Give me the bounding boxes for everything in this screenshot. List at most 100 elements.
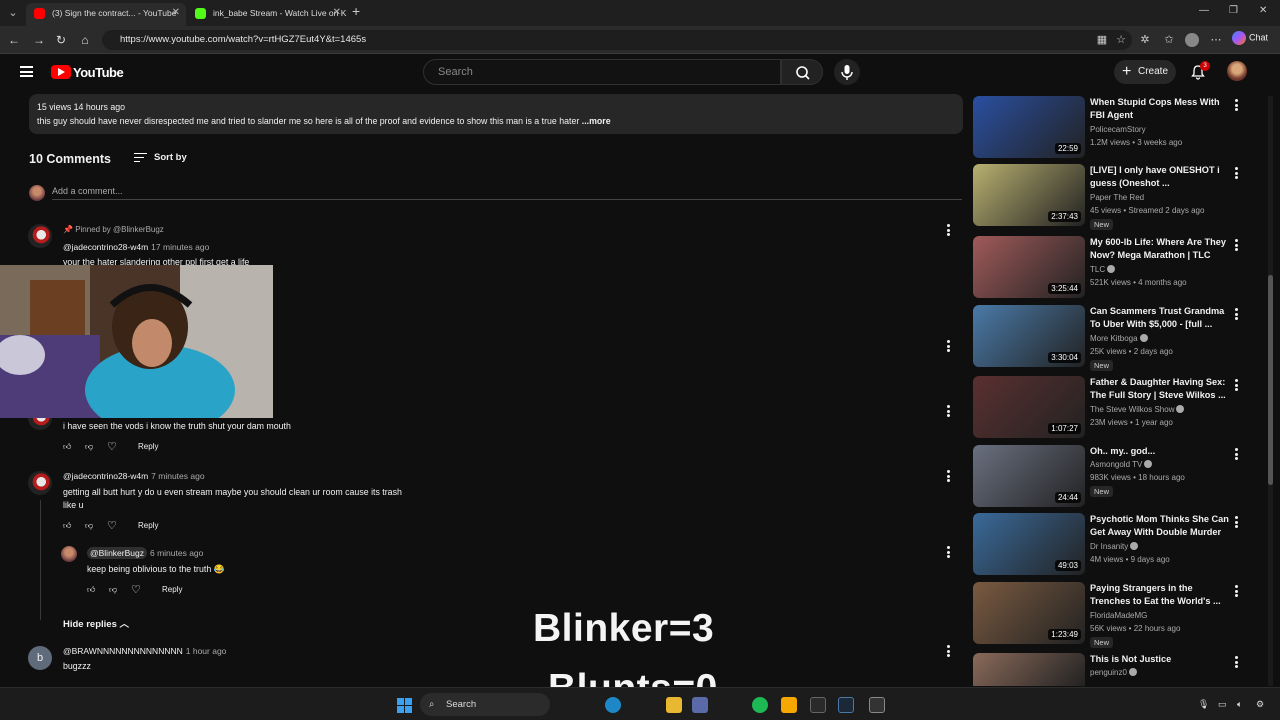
extensions-icon[interactable]: ✲: [1138, 33, 1152, 47]
video-title[interactable]: Paying Strangers in the Trenches to Eat …: [1090, 582, 1230, 608]
store-app-icon[interactable]: [692, 697, 708, 713]
scrollbar-thumb[interactable]: [1268, 275, 1273, 485]
dislike-icon[interactable]: 👎︎: [85, 442, 93, 452]
refresh-icon[interactable]: ↻: [53, 32, 69, 48]
sort-by-button[interactable]: Sort by: [134, 152, 187, 163]
rockstar-app-icon[interactable]: [781, 697, 797, 713]
new-tab-icon[interactable]: +: [352, 3, 360, 19]
video-thumbnail[interactable]: 22:59: [973, 96, 1085, 158]
explorer-app-icon[interactable]: [666, 697, 682, 713]
network-tray-icon[interactable]: ▭: [1218, 699, 1227, 710]
search-input[interactable]: Search: [423, 59, 781, 85]
comment-author[interactable]: @jadecontrino28-w4m 7 minutes ago: [63, 471, 205, 481]
related-video-item[interactable]: 49:03 Psychotic Mom Thinks She Can Get Aw…: [973, 513, 1263, 577]
video-thumbnail[interactable]: 24:44: [973, 445, 1085, 507]
video-title[interactable]: Can Scammers Trust Grandma To Uber With …: [1090, 305, 1230, 331]
hamburger-menu-icon[interactable]: [20, 66, 33, 77]
related-video-item[interactable]: 3:25:44 My 600-lb Life: Where Are They No…: [973, 236, 1263, 300]
related-video-item[interactable]: 2:37:43 [LIVE] I only have ONESHOT i gues…: [973, 164, 1263, 230]
close-window-icon[interactable]: ✕: [1259, 5, 1267, 16]
search-button[interactable]: [781, 59, 823, 85]
favorites-icon[interactable]: ✩: [1162, 33, 1176, 47]
favorite-star-icon[interactable]: ☆: [1114, 33, 1128, 47]
reply-author[interactable]: @BlinkerBugz 6 minutes ago: [87, 547, 203, 559]
video-title[interactable]: When Stupid Cops Mess With FBI Agent: [1090, 96, 1230, 122]
comment-more-icon[interactable]: [947, 470, 951, 482]
video-channel[interactable]: Asmongold TV: [1090, 460, 1153, 469]
related-video-item[interactable]: 1:23:49 Paying Strangers in the Trenches …: [973, 582, 1263, 648]
like-icon[interactable]: 👍︎: [87, 585, 95, 595]
video-thumbnail[interactable]: [973, 653, 1085, 686]
related-video-item[interactable]: 22:59 When Stupid Cops Mess With FBI Agen…: [973, 96, 1263, 160]
taskbar-search[interactable]: ⌕ Search: [420, 693, 550, 716]
hide-replies-button[interactable]: Hide replies ︿: [63, 616, 129, 630]
url-field[interactable]: https://www.youtube.com/watch?v=rtHGZ7Eu…: [102, 30, 1132, 50]
video-title[interactable]: This is Not Justice: [1090, 653, 1230, 666]
profile-icon[interactable]: [1185, 33, 1199, 47]
browser-tab-youtube[interactable]: (3) Sign the contract... - YouTube ✕: [26, 3, 186, 26]
video-thumbnail[interactable]: 1:23:49: [973, 582, 1085, 644]
video-more-icon[interactable]: [1235, 99, 1239, 111]
comment-author[interactable]: @jadecontrino28-w4m 17 minutes ago: [63, 242, 209, 252]
video-more-icon[interactable]: [1235, 448, 1239, 460]
microphone-tray-icon[interactable]: 🎙︎: [1198, 699, 1209, 710]
back-icon[interactable]: ←: [6, 32, 22, 48]
video-more-icon[interactable]: [1235, 239, 1239, 251]
create-button[interactable]: + Create: [1114, 60, 1176, 84]
video-thumbnail[interactable]: 3:25:44: [973, 236, 1085, 298]
reply-button[interactable]: Reply: [138, 521, 158, 530]
maximize-icon[interactable]: ❐: [1229, 5, 1238, 16]
more-options-icon[interactable]: ⋯: [1209, 33, 1223, 47]
comment-more-icon[interactable]: [947, 224, 951, 236]
epic-games-app-icon[interactable]: [810, 697, 826, 713]
spotify-app-icon[interactable]: [752, 697, 768, 713]
description-more-link[interactable]: ...more: [582, 116, 611, 126]
video-channel[interactable]: penguinz0: [1090, 668, 1137, 677]
reply-button[interactable]: Reply: [138, 442, 158, 451]
reply-avatar[interactable]: [61, 546, 77, 562]
app-icon[interactable]: [869, 697, 885, 713]
related-video-item[interactable]: 24:44 Oh.. my.. god... Asmongold TV 983K vi…: [973, 445, 1263, 509]
comment-more-icon[interactable]: [947, 405, 951, 417]
video-channel[interactable]: Dr Insanity: [1090, 542, 1139, 551]
related-video-item[interactable]: 3:30:04 Can Scammers Trust Grandma To Ube…: [973, 305, 1263, 371]
video-more-icon[interactable]: [1235, 379, 1239, 391]
comment-more-icon[interactable]: [947, 645, 951, 657]
video-more-icon[interactable]: [1235, 656, 1239, 668]
video-title[interactable]: [LIVE] I only have ONESHOT i guess (Ones…: [1090, 164, 1230, 190]
video-channel[interactable]: More Kitboga: [1090, 334, 1148, 343]
video-channel[interactable]: FloridaMadeMG: [1090, 611, 1147, 620]
youtube-logo-text[interactable]: YouTube: [73, 65, 124, 80]
steam-app-icon[interactable]: [838, 697, 854, 713]
video-channel[interactable]: TLC: [1090, 265, 1116, 274]
account-avatar[interactable]: [1227, 61, 1247, 81]
video-title[interactable]: My 600-lb Life: Where Are They Now? Mega…: [1090, 236, 1230, 262]
video-more-icon[interactable]: [1235, 167, 1239, 179]
related-video-item[interactable]: This is Not Justice penguinz0: [973, 653, 1263, 686]
youtube-logo-icon[interactable]: [51, 65, 71, 79]
dislike-icon[interactable]: 👎︎: [85, 521, 93, 531]
copilot-chat-button[interactable]: Chat: [1232, 31, 1268, 45]
browser-tab-kick[interactable]: ink_babe Stream - Watch Live on K ✕: [187, 3, 347, 26]
windows-start-icon[interactable]: [397, 698, 412, 713]
voice-search-button[interactable]: [834, 59, 860, 85]
comment-more-icon[interactable]: [947, 340, 951, 352]
volume-tray-icon[interactable]: 🔈︎: [1237, 699, 1242, 710]
reply-more-icon[interactable]: [947, 546, 951, 558]
minimize-icon[interactable]: —: [1199, 5, 1209, 16]
like-icon[interactable]: 👍︎: [63, 521, 71, 531]
dislike-icon[interactable]: 👎︎: [109, 585, 117, 595]
close-tab-icon[interactable]: ✕: [172, 3, 180, 23]
video-thumbnail[interactable]: 49:03: [973, 513, 1085, 575]
commenter-avatar[interactable]: [28, 224, 52, 248]
close-tab-icon[interactable]: ✕: [333, 3, 341, 23]
video-thumbnail[interactable]: 3:30:04: [973, 305, 1085, 367]
like-icon[interactable]: 👍︎: [63, 442, 71, 452]
edge-app-icon[interactable]: [605, 697, 621, 713]
video-more-icon[interactable]: [1235, 308, 1239, 320]
video-more-icon[interactable]: [1235, 516, 1239, 528]
heart-icon[interactable]: ♡: [107, 519, 117, 532]
video-title[interactable]: Oh.. my.. god...: [1090, 445, 1230, 458]
video-channel[interactable]: The Steve Wilkos Show: [1090, 405, 1185, 414]
heart-icon[interactable]: ♡: [131, 583, 141, 596]
